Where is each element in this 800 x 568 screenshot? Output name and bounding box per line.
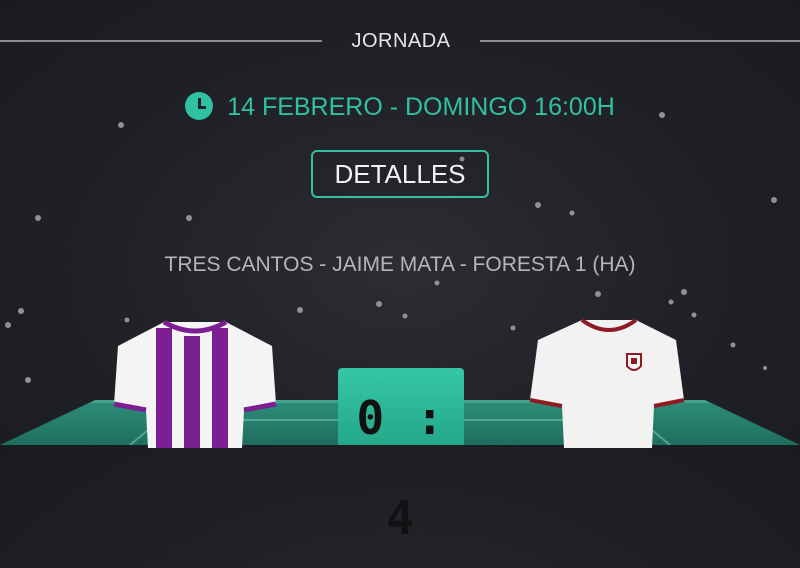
clock-icon [185, 92, 214, 120]
match-venue: TRES CANTOS - JAIME MATA - FORESTA 1 (HA… [164, 253, 636, 276]
away-team-jersey-icon[interactable] [524, 318, 690, 448]
match-score: 0 : 4 [338, 368, 464, 545]
round-title: JORNADA [351, 30, 451, 52]
match-datetime-text: 14 FEBRERO - DOMINGO 16:00H [227, 93, 615, 121]
details-button[interactable]: DETALLES [311, 150, 489, 198]
home-team-jersey-icon[interactable] [112, 318, 278, 448]
match-datetime: 14 FEBRERO - DOMINGO 16:00H [0, 88, 800, 126]
divider-left [0, 40, 322, 42]
round-header: JORNADA [0, 27, 800, 55]
divider-right [480, 40, 800, 42]
